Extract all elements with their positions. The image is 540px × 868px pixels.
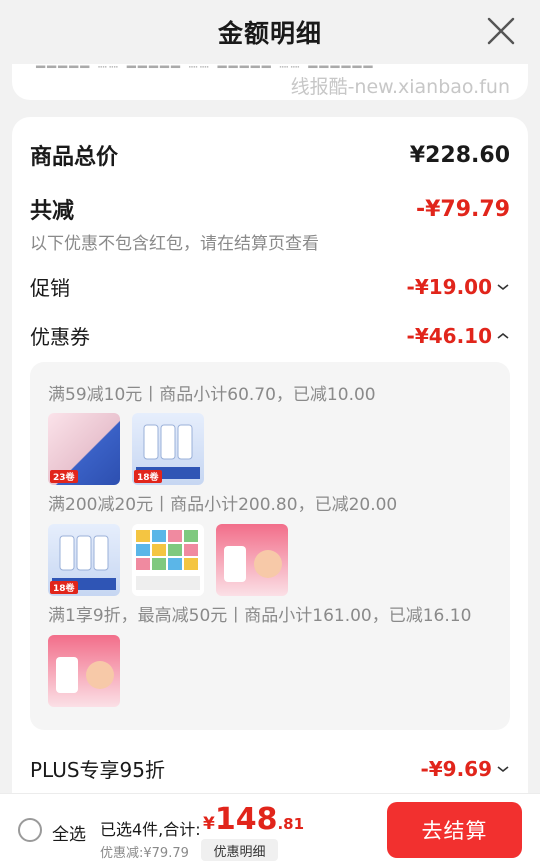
product-thumb-toilet-roll[interactable]: 18卷 bbox=[48, 524, 120, 596]
product-thumb-nutrition-powder[interactable] bbox=[48, 635, 120, 707]
coupon-rule-3: 满1享9折，最高减50元丨商品小计161.00，已减16.10 bbox=[48, 606, 472, 626]
checkout-button[interactable]: 去结算 bbox=[387, 802, 522, 858]
price-integer: 148 bbox=[214, 802, 278, 837]
promo-row[interactable]: 促销 -¥19.00 bbox=[30, 272, 510, 301]
select-all-label[interactable]: 全选 bbox=[52, 820, 86, 845]
total-price: ¥148.81 bbox=[203, 802, 304, 837]
total-price-row: 商品总价 ¥228.60 bbox=[30, 139, 510, 171]
total-price-value: ¥228.60 bbox=[409, 142, 510, 168]
plus-discount-row[interactable]: PLUS专享95折 -¥9.69 bbox=[30, 754, 510, 783]
chevron-up-icon bbox=[497, 332, 509, 339]
amount-detail-card: 商品总价 ¥228.60 共减 -¥79.79 以下优惠不包含红包，请在结算页查… bbox=[12, 117, 528, 817]
product-thumb-snack-pack[interactable] bbox=[132, 524, 204, 596]
snack-pack-icon bbox=[136, 530, 200, 590]
product-qty: 18卷 bbox=[134, 470, 162, 483]
total-reduction-label: 共减 bbox=[30, 199, 75, 224]
coupon-detail-panel: 满59减10元丨商品小计60.70，已减10.00 23卷 18卷 满200减2… bbox=[30, 362, 510, 730]
page-title: 金额明细 bbox=[217, 19, 322, 48]
total-price-label: 商品总价 bbox=[30, 145, 119, 170]
total-reduction-row: 共减 -¥79.79 bbox=[30, 193, 510, 225]
product-qty: 18卷 bbox=[50, 581, 78, 594]
nutrition-can-icon bbox=[56, 657, 114, 693]
promo-value: -¥19.00 bbox=[406, 274, 492, 299]
chevron-down-icon bbox=[497, 765, 509, 772]
promo-label: 促销 bbox=[30, 276, 70, 300]
sheet-header: 金额明细 bbox=[0, 0, 540, 64]
plus-discount-value: -¥9.69 bbox=[420, 756, 492, 781]
discount-summary: 优惠减:¥79.79 bbox=[100, 846, 189, 861]
chevron-down-icon bbox=[497, 283, 509, 290]
price-decimal: .81 bbox=[277, 815, 305, 833]
coupon-value: -¥46.10 bbox=[406, 323, 492, 348]
watermark: 线报酷-new.xianbao.fun bbox=[290, 76, 510, 98]
product-thumb-tissue[interactable]: 23卷 bbox=[48, 413, 120, 485]
close-icon[interactable] bbox=[486, 16, 516, 46]
coupon-row[interactable]: 优惠券 -¥46.10 bbox=[30, 321, 510, 350]
total-reduction-value: -¥79.79 bbox=[415, 196, 510, 222]
discount-detail-button[interactable]: 优惠明细 bbox=[201, 839, 278, 861]
checkout-bar: 全选 已选4件,合计: ¥148.81 优惠减:¥79.79 优惠明细 去结算 bbox=[0, 793, 540, 868]
reduction-note: 以下优惠不包含红包，请在结算页查看 bbox=[30, 234, 319, 254]
coupon-rule-1: 满59减10元丨商品小计60.70，已减10.00 bbox=[48, 385, 376, 405]
plus-discount-label: PLUS专享95折 bbox=[30, 758, 165, 782]
select-all-radio[interactable] bbox=[18, 818, 42, 842]
selected-count: 已选4件,合计: bbox=[100, 820, 201, 839]
product-thumb-nutrition-powder[interactable] bbox=[216, 524, 288, 596]
product-thumb-toilet-roll[interactable]: 18卷 bbox=[132, 413, 204, 485]
product-qty: 23卷 bbox=[50, 470, 78, 483]
coupon-label: 优惠券 bbox=[30, 325, 90, 349]
nutrition-can-icon bbox=[224, 546, 282, 582]
price-currency: ¥ bbox=[203, 814, 215, 834]
coupon-rule-2: 满200减20元丨商品小计200.80，已减20.00 bbox=[48, 495, 398, 515]
